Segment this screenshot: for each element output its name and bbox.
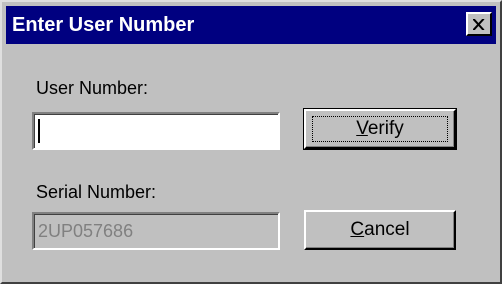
user-number-label: User Number: bbox=[36, 78, 149, 98]
user-number-input[interactable] bbox=[32, 112, 280, 150]
window-title: Enter User Number bbox=[12, 14, 195, 36]
close-button[interactable] bbox=[466, 12, 492, 36]
text-caret bbox=[38, 119, 40, 143]
cancel-button-label: Cancel bbox=[350, 219, 410, 240]
enter-user-number-dialog: Enter User Number User Number: Verify Se… bbox=[0, 0, 502, 284]
verify-button-label: Verify bbox=[356, 118, 404, 139]
cancel-button[interactable]: Cancel bbox=[304, 210, 456, 250]
title-bar[interactable]: Enter User Number bbox=[6, 6, 496, 44]
close-x-icon bbox=[473, 18, 485, 30]
serial-number-label: Serial Number: bbox=[36, 182, 157, 202]
serial-number-field bbox=[32, 212, 280, 250]
verify-button[interactable]: Verify bbox=[303, 108, 457, 150]
